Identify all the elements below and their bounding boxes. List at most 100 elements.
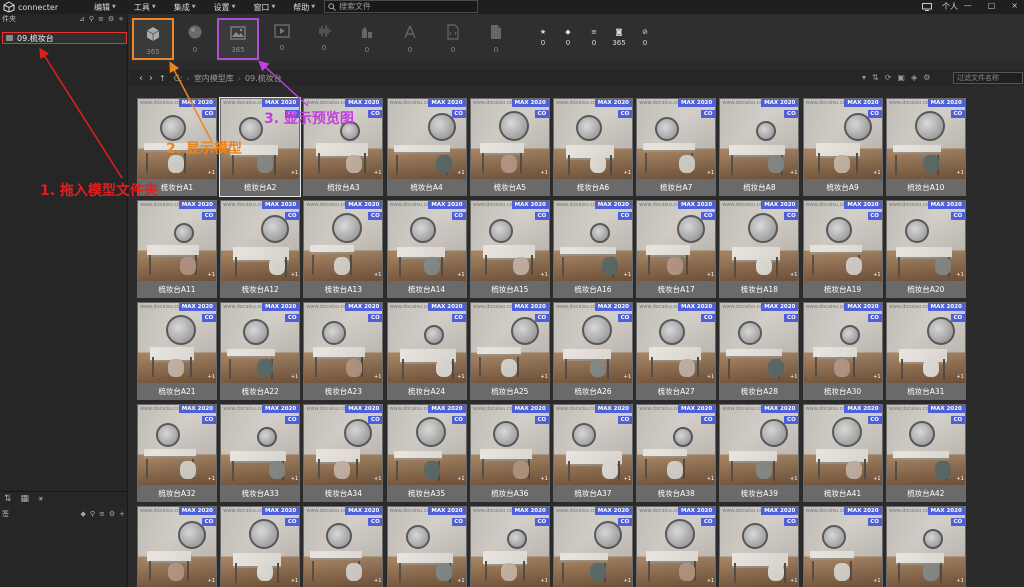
search-box[interactable] <box>324 0 478 13</box>
asset-card[interactable]: www.docaisu.com MAX 2020 CO +1 <box>719 506 800 587</box>
asset-card[interactable]: www.docaisu.com MAX 2020 CO +1 梳妆台A4 <box>386 98 467 196</box>
asset-card[interactable]: www.docaisu.com MAX 2020 CO +1 梳妆台A28 <box>719 302 800 400</box>
gear-icon[interactable]: ⚙ <box>109 510 115 518</box>
asset-card[interactable]: www.docaisu.com MAX 2020 CO +1 梳妆台A19 <box>802 200 883 298</box>
asset-card[interactable]: www.docaisu.com MAX 2020 CO +1 梳妆台A12 <box>220 200 301 298</box>
asset-card[interactable]: www.docaisu.com MAX 2020 CO +1 梳妆台A20 <box>885 200 966 298</box>
asset-card[interactable]: www.docaisu.com MAX 2020 CO +1 梳妆台A27 <box>636 302 717 400</box>
asset-card[interactable]: www.docaisu.com MAX 2020 CO +1 梳妆台A26 <box>553 302 633 400</box>
asset-card[interactable]: www.docaisu.com MAX 2020 CO +1 梳妆台A41 <box>802 404 883 502</box>
stat-notes[interactable]: ≡ 0 <box>586 28 602 47</box>
asset-card[interactable]: www.docaisu.com MAX 2020 CO +1 梳妆台A33 <box>220 404 301 502</box>
asset-card[interactable]: www.docaisu.com MAX 2020 CO +1 梳妆台A8 <box>719 98 800 196</box>
asset-card[interactable]: www.docaisu.com MAX 2020 CO +1 梳妆台A10 <box>885 98 966 196</box>
asset-card[interactable]: www.docaisu.com MAX 2020 CO +1 梳妆台A5 <box>469 98 550 196</box>
type-doc-button[interactable]: 0 <box>475 18 517 60</box>
search-icon[interactable]: ⚲ <box>89 15 94 23</box>
asset-card[interactable]: www.docaisu.com MAX 2020 CO +1 梳妆台A14 <box>386 200 467 298</box>
asset-card[interactable]: www.docaisu.com MAX 2020 CO +1 梳妆台A17 <box>636 200 717 298</box>
stat-favorites[interactable]: ★ 0 <box>535 28 551 47</box>
menu-settings[interactable]: 设置 ▼ <box>214 2 236 13</box>
type-font-button[interactable]: 0 <box>346 18 388 60</box>
view-icon[interactable]: ▣ <box>897 73 905 82</box>
asset-card[interactable]: www.docaisu.com MAX 2020 CO +1 梳妆台A38 <box>636 404 717 502</box>
asset-card[interactable]: www.docaisu.com MAX 2020 CO +1 梳妆台A7 <box>636 98 717 196</box>
user-area[interactable]: 个人 <box>922 1 958 12</box>
asset-card[interactable]: www.docaisu.com MAX 2020 CO +1 梳妆台A21 <box>137 302 217 400</box>
asset-card[interactable]: www.docaisu.com MAX 2020 CO +1 <box>220 506 301 587</box>
stat-tags[interactable]: ◆ 0 <box>560 28 576 47</box>
list-icon[interactable]: ≡ <box>99 510 105 518</box>
breadcrumb-folder-2[interactable]: 09.梳妆台 <box>245 73 282 84</box>
menu-window[interactable]: 窗口 ▼ <box>253 2 275 13</box>
close-button[interactable]: × <box>1011 1 1018 10</box>
asset-card[interactable]: www.docaisu.com MAX 2020 CO +1 梳妆台A9 <box>802 98 883 196</box>
asset-card[interactable]: www.docaisu.com MAX 2020 CO +1 梳妆台A13 <box>303 200 384 298</box>
asset-card[interactable]: www.docaisu.com MAX 2020 CO +1 梳妆台A30 <box>802 302 883 400</box>
asset-card[interactable]: www.docaisu.com MAX 2020 CO +1 <box>885 506 966 587</box>
search-icon[interactable]: ⚲ <box>90 510 95 518</box>
folder-item-selected[interactable]: 09.梳妆台 <box>2 32 127 44</box>
wand-icon[interactable]: ⚹ <box>38 494 43 504</box>
sort-icon[interactable]: ⇅ <box>4 494 12 504</box>
back-icon[interactable]: ‹ <box>139 73 143 84</box>
add-icon[interactable]: + <box>118 15 124 23</box>
breadcrumb-folder-1[interactable]: 室内模型库 <box>194 73 234 84</box>
asset-card[interactable]: www.docaisu.com MAX 2020 CO +1 梳妆台A11 <box>137 200 217 298</box>
tag-icon[interactable]: ◆ <box>80 510 85 518</box>
gear-icon[interactable]: ⚙ <box>923 73 930 82</box>
minimize-button[interactable]: — <box>964 1 972 10</box>
type-image-button[interactable]: 365 <box>217 18 259 60</box>
type-material-button[interactable]: 0 <box>389 18 431 60</box>
chevron-down-icon[interactable]: ▾ <box>862 73 866 82</box>
asset-card[interactable]: www.docaisu.com MAX 2020 CO +1 梳妆台A16 <box>553 200 633 298</box>
asset-card[interactable]: www.docaisu.com MAX 2020 CO +1 梳妆台A15 <box>469 200 550 298</box>
asset-card[interactable]: www.docaisu.com MAX 2020 CO +1 <box>303 506 384 587</box>
stat-previews[interactable]: ◙ 365 <box>611 28 627 47</box>
menu-tools[interactable]: 工具 ▼ <box>134 2 156 13</box>
asset-card[interactable]: www.docaisu.com MAX 2020 CO +1 <box>553 506 633 587</box>
asset-card[interactable]: www.docaisu.com MAX 2020 CO +1 梳妆台A34 <box>303 404 384 502</box>
breadcrumb-drive[interactable]: G: <box>174 74 183 83</box>
add-icon[interactable]: + <box>119 510 125 518</box>
list-icon[interactable]: ≡ <box>98 15 104 23</box>
asset-card[interactable]: www.docaisu.com MAX 2020 CO +1 梳妆台A32 <box>137 404 217 502</box>
layers-icon[interactable]: ◈ <box>911 73 917 82</box>
type-video-button[interactable]: 0 <box>261 18 303 60</box>
type-audio-button[interactable]: 0 <box>303 18 345 60</box>
menu-edit[interactable]: 编辑 ▼ <box>94 2 116 13</box>
asset-card[interactable]: www.docaisu.com MAX 2020 CO +1 梳妆台A24 <box>386 302 467 400</box>
type-model-button[interactable]: 365 <box>132 18 174 60</box>
search-input[interactable] <box>339 2 475 11</box>
asset-card[interactable]: www.docaisu.com MAX 2020 CO +1 梳妆台A35 <box>386 404 467 502</box>
filter-input[interactable]: 过滤文件名称 <box>953 72 1023 84</box>
sort-icon[interactable]: ⇅ <box>872 73 879 82</box>
asset-card[interactable]: www.docaisu.com MAX 2020 CO +1 梳妆台A31 <box>885 302 966 400</box>
asset-card[interactable]: www.docaisu.com MAX 2020 CO +1 <box>636 506 717 587</box>
forward-icon[interactable]: › <box>149 73 153 84</box>
grid-icon[interactable]: ▦ <box>21 494 30 504</box>
maximize-button[interactable]: □ <box>988 1 996 10</box>
asset-card[interactable]: www.docaisu.com MAX 2020 CO +1 梳妆台A39 <box>719 404 800 502</box>
asset-card[interactable]: www.docaisu.com MAX 2020 CO +1 <box>386 506 467 587</box>
type-sphere-button[interactable]: 0 <box>174 18 216 60</box>
asset-card[interactable]: www.docaisu.com MAX 2020 CO +1 梳妆台A36 <box>469 404 550 502</box>
asset-card[interactable]: www.docaisu.com MAX 2020 CO +1 <box>137 506 217 587</box>
asset-card[interactable]: www.docaisu.com MAX 2020 CO +1 梳妆台A22 <box>220 302 301 400</box>
asset-card[interactable]: www.docaisu.com MAX 2020 CO +1 梳妆台A37 <box>553 404 633 502</box>
asset-card[interactable]: www.docaisu.com MAX 2020 CO +1 <box>802 506 883 587</box>
asset-card[interactable]: www.docaisu.com MAX 2020 CO +1 <box>469 506 550 587</box>
asset-card[interactable]: www.docaisu.com MAX 2020 CO +1 梳妆台A6 <box>553 98 633 196</box>
gear-icon[interactable]: ⚙ <box>108 15 114 23</box>
type-code-button[interactable]: 0 <box>432 18 474 60</box>
menu-help[interactable]: 帮助 ▼ <box>293 2 315 13</box>
asset-card[interactable]: www.docaisu.com MAX 2020 CO +1 梳妆台A18 <box>719 200 800 298</box>
asset-card[interactable]: www.docaisu.com MAX 2020 CO +1 梳妆台A42 <box>885 404 966 502</box>
refresh-icon[interactable]: ⟳ <box>885 73 892 82</box>
asset-card[interactable]: www.docaisu.com MAX 2020 CO +1 梳妆台A23 <box>303 302 384 400</box>
up-icon[interactable]: ↑ <box>159 74 166 83</box>
stat-excluded[interactable]: ⊘ 0 <box>637 28 653 47</box>
filter-icon[interactable]: ⊿ <box>79 15 85 23</box>
asset-card[interactable]: www.docaisu.com MAX 2020 CO +1 梳妆台A25 <box>469 302 550 400</box>
menu-integrate[interactable]: 集成 ▼ <box>174 2 196 13</box>
